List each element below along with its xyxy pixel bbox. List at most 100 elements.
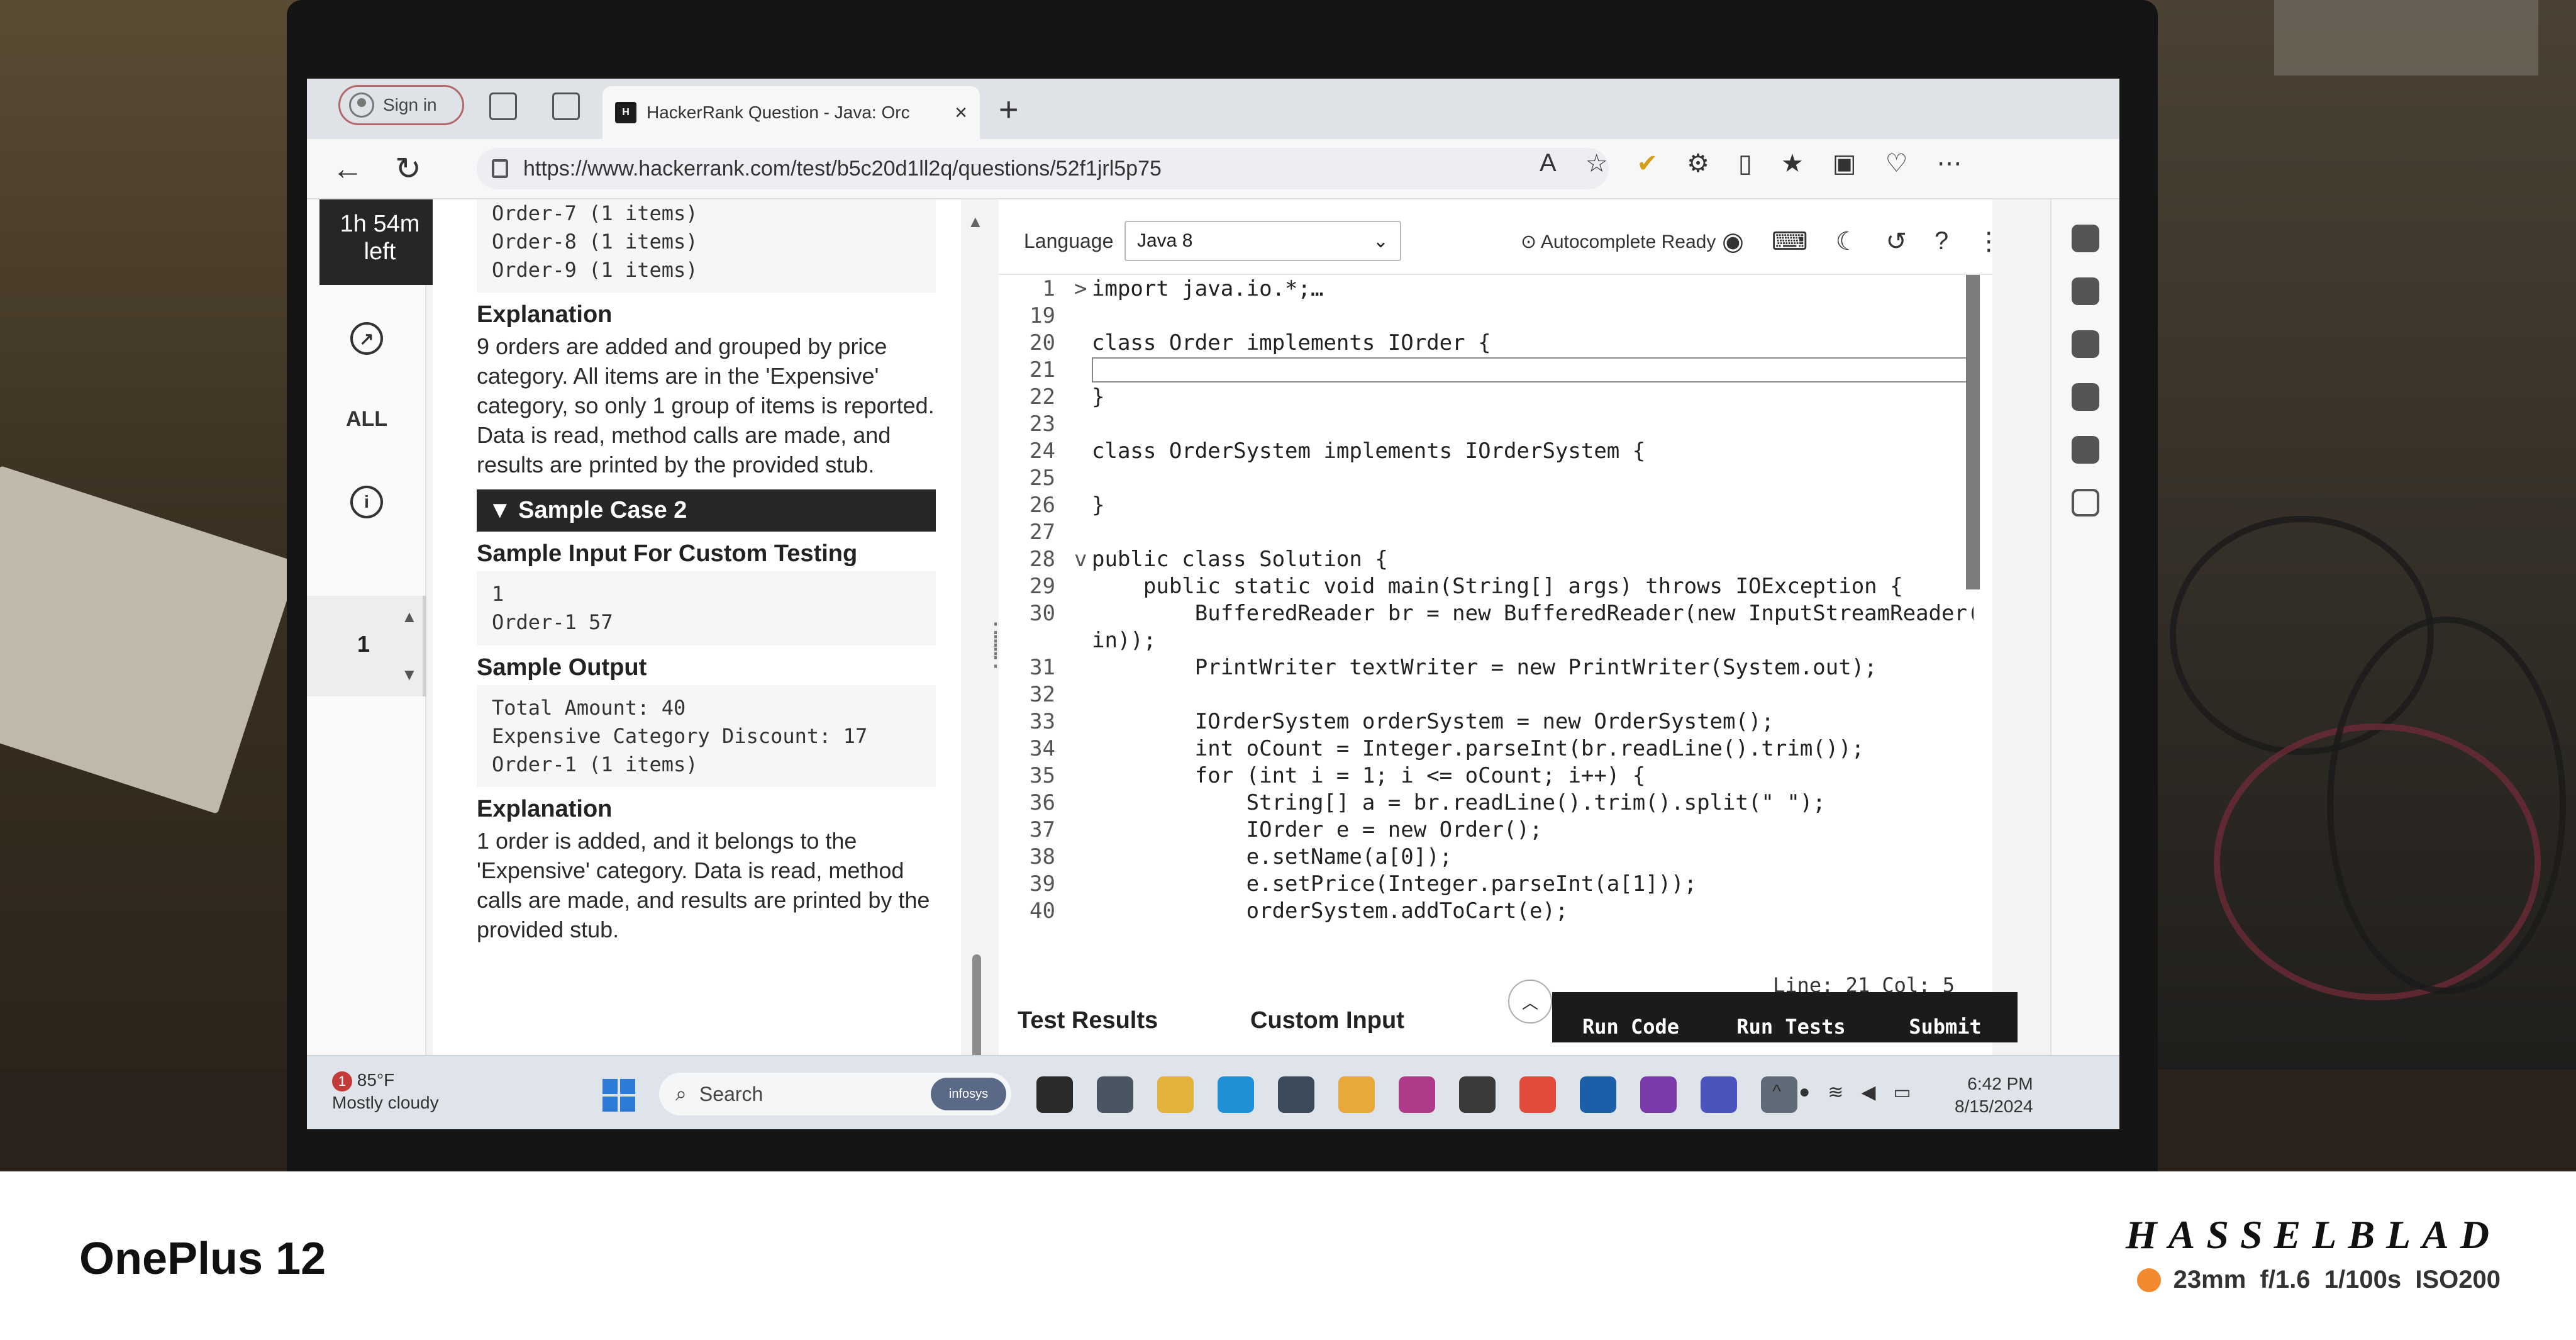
- more-menu-icon[interactable]: ⋯: [1936, 149, 1962, 178]
- security-icon[interactable]: ●: [1799, 1081, 1810, 1103]
- question-number-item[interactable]: 1 ▲ ▼: [307, 596, 426, 696]
- chevron-up-icon[interactable]: ︿: [1508, 980, 1552, 1024]
- code-line[interactable]: 32: [999, 681, 1974, 708]
- code-line[interactable]: 19: [999, 302, 1974, 329]
- code-line[interactable]: 29 public static void main(String[] args…: [999, 572, 1974, 600]
- windows-start-icon[interactable]: [602, 1079, 635, 1112]
- taskbar-search[interactable]: ⌕ Search infosys: [659, 1073, 1011, 1115]
- browser-essentials-icon[interactable]: ♡: [1885, 149, 1908, 178]
- browser-tab[interactable]: H HackerRank Question - Java: Orc ×: [602, 86, 980, 139]
- code-line[interactable]: 24 class OrderSystem implements IOrderSys…: [999, 437, 1974, 464]
- autocomplete-status[interactable]: ⊙ Autocomplete Ready: [1521, 231, 1716, 253]
- add-icon[interactable]: [2072, 489, 2099, 516]
- teams-work-icon[interactable]: [1701, 1076, 1737, 1113]
- sample-case-2-header[interactable]: ▼ Sample Case 2: [477, 489, 936, 532]
- search-icon[interactable]: [2072, 225, 2099, 252]
- sign-in-button[interactable]: Sign in: [338, 85, 464, 125]
- code-line[interactable]: 40 orderSystem.addToCart(e);: [999, 897, 1974, 924]
- edge-icon[interactable]: [1218, 1076, 1254, 1113]
- office-icon[interactable]: [2072, 436, 2099, 464]
- sticky-app-icon[interactable]: [1338, 1076, 1375, 1113]
- workspaces-icon[interactable]: [489, 92, 517, 120]
- copilot-icon[interactable]: [2072, 330, 2099, 358]
- onenote-icon[interactable]: [1640, 1076, 1677, 1113]
- outlook-icon[interactable]: [2072, 383, 2099, 411]
- code-line[interactable]: 39 e.setPrice(Integer.parseInt(a[1]));: [999, 870, 1974, 897]
- scrollbar-thumb[interactable]: [1966, 275, 1980, 589]
- background-window: [2274, 0, 2538, 75]
- store-icon[interactable]: [1278, 1076, 1314, 1113]
- info-button[interactable]: i: [307, 486, 426, 518]
- scroll-down-icon[interactable]: ▼: [401, 665, 418, 684]
- favorite-star-icon[interactable]: ☆: [1585, 149, 1608, 178]
- code-line[interactable]: 22}: [999, 383, 1974, 410]
- code-line[interactable]: 25: [999, 464, 1974, 491]
- collections-icon[interactable]: ▣: [1833, 149, 1857, 178]
- tab-actions-icon[interactable]: [552, 92, 580, 120]
- taskbar-clock[interactable]: 6:42 PM 8/15/2024: [1955, 1073, 2033, 1119]
- chevron-up-icon[interactable]: ^: [1772, 1081, 1781, 1103]
- fold-icon[interactable]: >: [1074, 276, 1092, 301]
- code-line[interactable]: 36 String[] a = br.readLine().trim().spl…: [999, 789, 1974, 816]
- submit-button[interactable]: Submit: [1873, 992, 2018, 1042]
- file-explorer-icon[interactable]: [1157, 1076, 1194, 1113]
- extension-check-icon[interactable]: ✔: [1637, 149, 1658, 178]
- snipping-tool-icon[interactable]: [1399, 1076, 1435, 1113]
- code-line[interactable]: 33 IOrderSystem orderSystem = new OrderS…: [999, 708, 1974, 735]
- code-area[interactable]: 1 > import java.io.*;… 19 20 class Order impl…: [999, 275, 1974, 954]
- more-options-icon[interactable]: ⋮: [1976, 227, 2001, 256]
- battery-icon[interactable]: ▭: [1893, 1081, 1911, 1103]
- keyboard-icon[interactable]: ⌨: [1772, 227, 1808, 256]
- history-icon[interactable]: ↺: [1886, 227, 1907, 256]
- panel-resize-handle[interactable]: ⋮ ⋮ ⋮: [983, 620, 1008, 670]
- volume-icon[interactable]: ◀: [1861, 1081, 1875, 1103]
- editor-scrollbar[interactable]: [1966, 275, 1980, 589]
- new-tab-icon[interactable]: +: [999, 90, 1019, 129]
- scroll-up-icon[interactable]: ▲: [401, 607, 418, 627]
- split-screen-icon[interactable]: ▯: [1738, 149, 1752, 178]
- run-code-button[interactable]: Run Code: [1552, 992, 1709, 1042]
- refresh-icon[interactable]: ↻: [395, 150, 421, 187]
- tab-test-results[interactable]: Test Results: [1018, 1007, 1158, 1034]
- read-aloud-icon[interactable]: A: [1540, 149, 1557, 178]
- close-tab-icon[interactable]: ×: [955, 101, 967, 125]
- media-app-icon[interactable]: [1459, 1076, 1496, 1113]
- code-line[interactable]: 23: [999, 410, 1974, 437]
- run-tests-button[interactable]: Run Tests: [1709, 992, 1873, 1042]
- eye-icon[interactable]: ◉: [1722, 227, 1744, 256]
- code-line[interactable]: 26}: [999, 491, 1974, 518]
- teams-icon[interactable]: [1097, 1076, 1133, 1113]
- code-line[interactable]: in));: [999, 627, 1974, 654]
- dark-mode-icon[interactable]: ☾: [1836, 227, 1858, 256]
- tab-custom-input[interactable]: Custom Input: [1250, 1007, 1404, 1034]
- code-line[interactable]: 1 > import java.io.*;…: [999, 275, 1974, 302]
- code-text: class OrderSystem implements IOrderSyste…: [1092, 438, 1646, 464]
- chrome-icon[interactable]: [1519, 1076, 1556, 1113]
- code-line[interactable]: 28 v public class Solution {: [999, 545, 1974, 572]
- outlook-icon[interactable]: [1580, 1076, 1616, 1113]
- code-line[interactable]: 30 BufferedReader br = new BufferedReade…: [999, 600, 1974, 627]
- code-line[interactable]: 34 int oCount = Integer.parseInt(br.read…: [999, 735, 1974, 762]
- code-line[interactable]: 21: [999, 356, 1974, 383]
- code-line[interactable]: 20 class Order implements IOrder {: [999, 329, 1974, 356]
- extensions-icon[interactable]: ⚙: [1687, 149, 1709, 178]
- shopping-tag-icon[interactable]: [2072, 277, 2099, 305]
- wifi-icon[interactable]: ≋: [1828, 1081, 1843, 1103]
- all-questions-button[interactable]: ALL: [307, 407, 426, 432]
- help-icon[interactable]: ?: [1935, 227, 1948, 256]
- code-line[interactable]: 37 IOrder e = new Order();: [999, 816, 1974, 843]
- code-line[interactable]: 27: [999, 518, 1974, 545]
- code-line[interactable]: 31 PrintWriter textWriter = new PrintWri…: [999, 654, 1974, 681]
- back-icon[interactable]: ←: [332, 150, 364, 187]
- problem-statement: Order-7 (1 items) Order-8 (1 items) Orde…: [433, 199, 961, 1055]
- weather-widget[interactable]: 1 85°F Mostly cloudy: [332, 1069, 439, 1114]
- scroll-up-icon[interactable]: ▲: [967, 212, 984, 232]
- fold-icon[interactable]: v: [1074, 547, 1092, 572]
- language-select[interactable]: Java 8 ⌄: [1124, 221, 1401, 261]
- code-line[interactable]: 35 for (int i = 1; i <= oCount; i++) {: [999, 762, 1974, 789]
- favorites-icon[interactable]: ★: [1781, 149, 1804, 178]
- task-view-icon[interactable]: [1036, 1076, 1073, 1113]
- navigate-button[interactable]: ↗: [307, 322, 426, 355]
- url-field[interactable]: https://www.hackerrank.com/test/b5c20d1l…: [477, 148, 1609, 189]
- code-line[interactable]: 38 e.setName(a[0]);: [999, 843, 1974, 870]
